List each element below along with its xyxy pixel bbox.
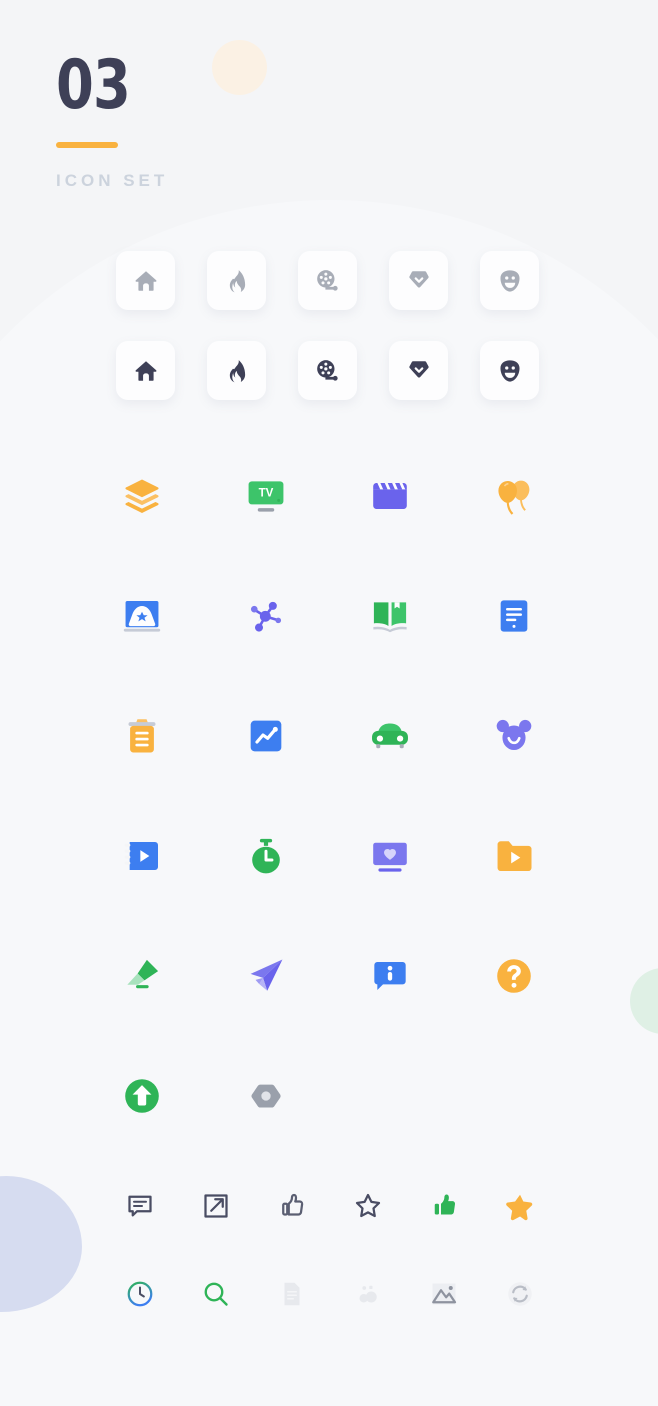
open-book-icon: [369, 595, 411, 637]
svg-text:TV: TV: [259, 488, 274, 500]
icon-clock[interactable]: [118, 1272, 162, 1316]
document-icon: [494, 596, 534, 636]
icon-stopwatch[interactable]: [240, 830, 292, 882]
icon-comment[interactable]: [118, 1184, 162, 1228]
flame-icon: [224, 358, 250, 384]
search-icon: [201, 1279, 231, 1309]
icon-ticket-play[interactable]: [116, 830, 168, 882]
file-lines-icon: [277, 1279, 307, 1309]
icon-search[interactable]: [194, 1272, 238, 1316]
page-title: ICON SET: [56, 171, 169, 190]
icon-file-lines[interactable]: [270, 1272, 314, 1316]
clock-icon: [125, 1279, 155, 1309]
paper-plane-icon: [245, 955, 287, 997]
icon-external-link[interactable]: [194, 1184, 238, 1228]
layers-icon: [121, 475, 163, 517]
star-outline-icon: [353, 1191, 383, 1221]
icon-info-bubble[interactable]: [364, 950, 416, 1002]
icon-open-book[interactable]: [364, 590, 416, 642]
icon-theater-stage[interactable]: [116, 590, 168, 642]
star-filled-icon: [505, 1191, 535, 1221]
info-bubble-icon: [370, 956, 410, 996]
icon-refresh[interactable]: [498, 1272, 542, 1316]
clapperboard-icon: [369, 475, 411, 517]
color-icon-grid: TV: [116, 470, 612, 1190]
refresh-icon: [505, 1279, 535, 1309]
icon-molecule[interactable]: [240, 590, 292, 642]
icon-balloons[interactable]: [488, 470, 540, 522]
icon-tile-gem-gray[interactable]: [389, 251, 448, 310]
accent-rule: [56, 142, 118, 148]
clipboard-icon: [121, 715, 163, 757]
icon-layers[interactable]: [116, 470, 168, 522]
ticket-play-icon: [122, 836, 162, 876]
icon-tile-home-dark[interactable]: [116, 341, 175, 400]
molecule-icon: [245, 595, 287, 637]
icon-hex-nut[interactable]: [240, 1070, 292, 1122]
icon-thumbs-up-filled[interactable]: [422, 1184, 466, 1228]
icon-tile-flame-gray[interactable]: [207, 251, 266, 310]
page-number: 03: [56, 46, 131, 125]
image-icon: [429, 1279, 459, 1309]
theater-mask-icon: [497, 268, 523, 294]
icon-star-filled[interactable]: [498, 1184, 542, 1228]
icon-tile-film-reel-dark[interactable]: [298, 341, 357, 400]
gem-chevron-icon: [406, 358, 432, 384]
stopwatch-icon: [245, 835, 287, 877]
icon-shapes[interactable]: [346, 1272, 390, 1316]
highlighter-icon: [121, 955, 163, 997]
car-icon: [368, 714, 412, 758]
icon-star-outline[interactable]: [346, 1184, 390, 1228]
hex-nut-icon: [246, 1076, 286, 1116]
gem-chevron-icon: [406, 268, 432, 294]
icon-monitor-heart[interactable]: [364, 830, 416, 882]
icon-tile-mask-gray[interactable]: [480, 251, 539, 310]
icon-thumbs-up-outline[interactable]: [270, 1184, 314, 1228]
thumbs-up-filled-icon: [429, 1191, 459, 1221]
upload-circle-icon: [121, 1075, 163, 1117]
icon-tile-flame-dark[interactable]: [207, 341, 266, 400]
folder-play-icon: [493, 835, 535, 877]
outline-icon-grid: [118, 1184, 574, 1360]
shapes-icon: [353, 1279, 383, 1309]
theater-mask-icon: [497, 358, 523, 384]
icon-paper-plane[interactable]: [240, 950, 292, 1002]
icon-tile-film-reel-gray[interactable]: [298, 251, 357, 310]
film-reel-icon: [315, 358, 341, 384]
icon-upload-circle[interactable]: [116, 1070, 168, 1122]
icon-question-circle[interactable]: [488, 950, 540, 1002]
bear-face-icon: [493, 715, 535, 757]
film-reel-icon: [315, 268, 341, 294]
icon-folder-play[interactable]: [488, 830, 540, 882]
decorative-circle-cream: [212, 40, 267, 95]
flame-icon: [224, 268, 250, 294]
icon-car[interactable]: [364, 710, 416, 762]
icon-tile-home-gray[interactable]: [116, 251, 175, 310]
monitor-heart-icon: [369, 835, 411, 877]
analytics-icon: [246, 716, 286, 756]
thumbs-up-outline-icon: [277, 1191, 307, 1221]
icon-document[interactable]: [488, 590, 540, 642]
question-circle-icon: [493, 955, 535, 997]
theater-stage-icon: [121, 595, 163, 637]
home-icon: [133, 358, 159, 384]
tile-icon-grid: [116, 251, 571, 431]
icon-image[interactable]: [422, 1272, 466, 1316]
icon-highlighter[interactable]: [116, 950, 168, 1002]
comment-icon: [125, 1191, 155, 1221]
icon-clipboard[interactable]: [116, 710, 168, 762]
home-icon: [133, 268, 159, 294]
icon-set-page: 03 ICON SET TV: [0, 0, 658, 1406]
icon-clapperboard[interactable]: [364, 470, 416, 522]
icon-tv[interactable]: TV: [240, 470, 292, 522]
external-link-icon: [201, 1191, 231, 1221]
tv-icon: TV: [244, 474, 288, 518]
icon-tile-gem-dark[interactable]: [389, 341, 448, 400]
icon-analytics[interactable]: [240, 710, 292, 762]
balloons-icon: [493, 475, 535, 517]
page-header: 03 ICON SET: [56, 52, 168, 191]
icon-bear-face[interactable]: [488, 710, 540, 762]
icon-tile-mask-dark[interactable]: [480, 341, 539, 400]
